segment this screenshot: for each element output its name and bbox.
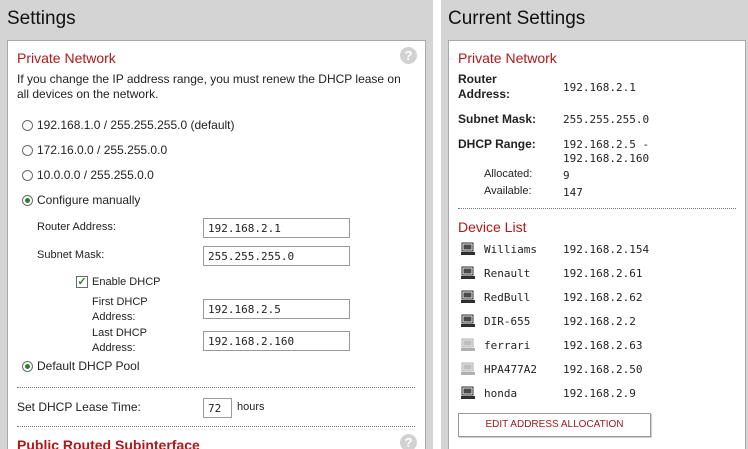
device-ip: 192.168.2.50 bbox=[563, 363, 643, 376]
device-name: ferrari bbox=[484, 339, 531, 352]
last-dhcp-input[interactable]: 192.168.2.160 bbox=[203, 331, 350, 351]
available-label: Available: bbox=[484, 185, 532, 197]
subnet-mask-input[interactable]: 255.255.255.0 bbox=[203, 246, 350, 266]
lease-time-label: Set DHCP Lease Time: bbox=[17, 400, 141, 414]
option-label-172: 172.16.0.0 / 255.255.0.0 bbox=[37, 143, 168, 157]
device-ip: 192.168.2.62 bbox=[563, 291, 643, 304]
description-line-1: If you change the IP address range, you … bbox=[17, 72, 401, 86]
settings-body: Private Network ? If you change the IP a… bbox=[7, 40, 426, 449]
device-ip: 192.168.2.2 bbox=[563, 315, 636, 328]
divider bbox=[458, 208, 736, 209]
router-address-label-line2: Address: bbox=[458, 87, 511, 101]
device-name: Renault bbox=[484, 267, 531, 280]
computer-icon bbox=[460, 338, 476, 352]
dhcp-range-value: 192.168.2.5 - bbox=[563, 138, 650, 151]
first-dhcp-label-line2: Address: bbox=[92, 311, 136, 323]
divider bbox=[17, 426, 415, 427]
computer-icon bbox=[460, 314, 476, 328]
current-settings-panel: Current Settings Private Network Router … bbox=[441, 0, 748, 449]
device-ip: 192.168.2.63 bbox=[563, 339, 643, 352]
computer-icon bbox=[460, 266, 476, 280]
subnet-mask-label: Subnet Mask: bbox=[37, 249, 105, 261]
device-ip: 192.168.2.9 bbox=[563, 387, 636, 400]
radio-option-172[interactable] bbox=[22, 145, 33, 156]
description-line-2: all devices on the network. bbox=[17, 87, 159, 101]
divider bbox=[17, 387, 415, 388]
device-list-heading: Device List bbox=[458, 219, 527, 235]
current-private-network-heading: Private Network bbox=[458, 50, 557, 66]
router-address-label: Router Address: bbox=[37, 221, 116, 233]
device-ip: 192.168.2.154 bbox=[563, 243, 650, 256]
default-pool-label: Default DHCP Pool bbox=[37, 359, 140, 373]
computer-icon bbox=[460, 362, 476, 376]
option-label-10: 10.0.0.0 / 255.255.0.0 bbox=[37, 168, 154, 182]
router-address-value: 192.168.2.1 bbox=[563, 81, 636, 94]
help-icon[interactable]: ? bbox=[400, 47, 417, 64]
device-name: RedBull bbox=[484, 291, 531, 304]
computer-icon bbox=[460, 290, 476, 304]
subnet-mask-label: Subnet Mask: bbox=[458, 112, 537, 126]
settings-panel: Settings Private Network ? If you change… bbox=[0, 0, 433, 449]
subnet-mask-value: 255.255.255.0 bbox=[563, 113, 650, 126]
router-address-label: Router bbox=[458, 72, 497, 86]
private-network-heading: Private Network bbox=[17, 50, 116, 66]
lease-time-unit: hours bbox=[237, 401, 265, 413]
radio-option-manual[interactable] bbox=[22, 195, 33, 206]
router-address-input[interactable]: 192.168.2.1 bbox=[203, 218, 350, 238]
device-name: DIR-655 bbox=[484, 315, 531, 328]
enable-dhcp-checkbox[interactable]: ✓ bbox=[76, 276, 88, 288]
device-name: HPA477A2 bbox=[484, 363, 537, 376]
device-name: honda bbox=[484, 387, 518, 400]
last-dhcp-label-line2: Address: bbox=[92, 342, 136, 354]
option-label-default: 192.168.1.0 / 255.255.255.0 (default) bbox=[37, 118, 235, 132]
last-dhcp-label: Last DHCP bbox=[92, 327, 148, 339]
computer-icon bbox=[460, 386, 476, 400]
dhcp-range-value-line2: 192.168.2.160 bbox=[563, 152, 650, 165]
dhcp-range-label: DHCP Range: bbox=[458, 137, 536, 151]
current-settings-title: Current Settings bbox=[448, 8, 586, 29]
current-settings-body: Private Network Router Address: 192.168.… bbox=[448, 40, 746, 449]
public-routed-heading: Public Routed Subinterface bbox=[17, 437, 200, 449]
allocated-label: Allocated: bbox=[484, 168, 533, 180]
lease-time-input[interactable]: 72 bbox=[203, 398, 232, 418]
first-dhcp-label: First DHCP bbox=[92, 296, 148, 308]
option-label-manual: Configure manually bbox=[37, 193, 141, 207]
device-name: Williams bbox=[484, 243, 537, 256]
settings-title: Settings bbox=[7, 8, 76, 29]
computer-icon bbox=[460, 242, 476, 256]
allocated-value: 9 bbox=[563, 169, 570, 182]
edit-address-allocation-button[interactable]: EDIT ADDRESS ALLOCATION bbox=[458, 413, 651, 437]
available-value: 147 bbox=[563, 186, 583, 199]
device-ip: 192.168.2.61 bbox=[563, 267, 643, 280]
radio-option-10[interactable] bbox=[22, 170, 33, 181]
radio-option-default[interactable] bbox=[22, 120, 33, 131]
first-dhcp-input[interactable]: 192.168.2.5 bbox=[203, 299, 350, 319]
help-icon[interactable]: ? bbox=[400, 434, 417, 449]
radio-default-pool[interactable] bbox=[22, 361, 33, 372]
enable-dhcp-label: Enable DHCP bbox=[92, 276, 161, 288]
